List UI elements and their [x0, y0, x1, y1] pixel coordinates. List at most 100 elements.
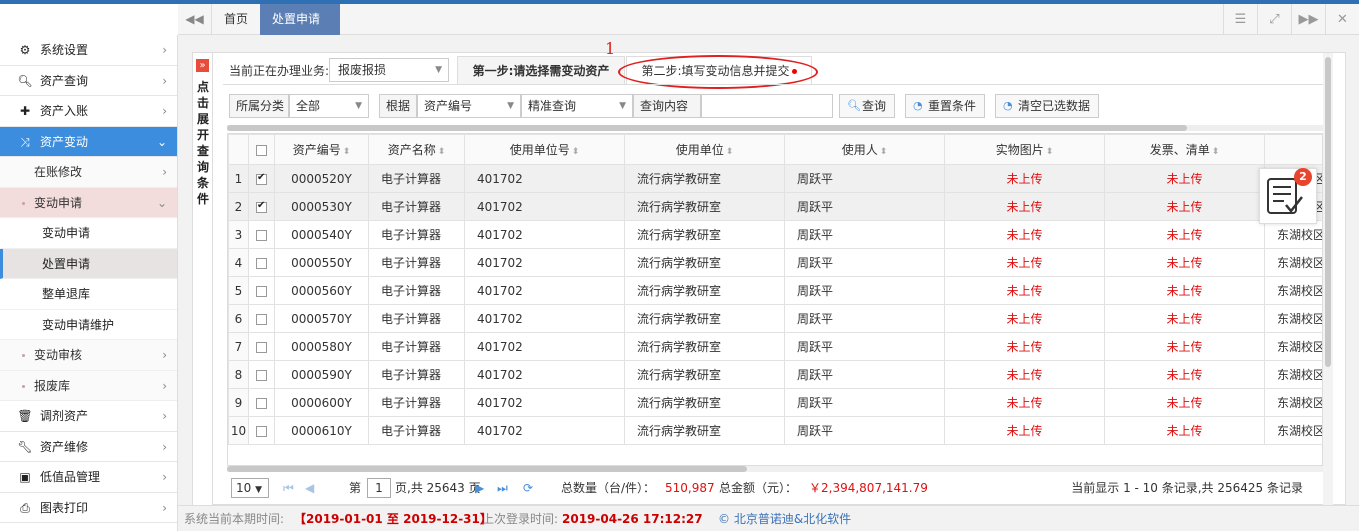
page-input[interactable]: 1 [367, 478, 391, 498]
scrollbar-thumb[interactable] [227, 466, 747, 472]
vertical-scrollbar[interactable] [1323, 53, 1333, 505]
last-page-icon[interactable]: ⏭ [497, 473, 508, 503]
sidebar-item-chart-print[interactable]: ⎙ 图表打印 › [0, 493, 177, 523]
tabs-scroll-right-icon[interactable]: ▶▶ [1291, 4, 1325, 35]
sidebar-item-change-review[interactable]: 变动审核 › [0, 340, 177, 371]
row-checkbox[interactable] [248, 192, 275, 221]
refresh-icon[interactable]: ⟳ [523, 473, 533, 503]
table-row[interactable]: 6 0000570Y 电子计算器 401702 流行病学教研室 周跃平 未上传 未上传 东湖校区 [228, 304, 1322, 333]
brand-link[interactable]: © 北京普诺迪&北化软件 [718, 506, 851, 531]
cell-invoice[interactable]: 未上传 [1104, 164, 1265, 193]
col-user[interactable]: 使用人 ⬍ [784, 134, 945, 165]
row-checkbox[interactable] [248, 164, 275, 193]
sidebar-item-disposal-apply[interactable]: 处置申请 [0, 248, 177, 279]
bottom-scrollbar[interactable] [227, 466, 1323, 472]
table-row[interactable]: 3 0000540Y 电子计算器 401702 流行病学教研室 周跃平 未上传 未上传 东湖校区 [228, 220, 1322, 249]
sidebar-item-low-value[interactable]: ▣ 低值品管理 › [0, 462, 177, 493]
col-unit-no[interactable]: 使用单位号 ⬍ [464, 134, 625, 165]
cell-photo[interactable]: 未上传 [944, 304, 1105, 333]
row-checkbox[interactable] [248, 276, 275, 305]
prev-page-icon[interactable]: ◀ [305, 473, 314, 503]
fullscreen-icon[interactable]: ⤢ [1257, 4, 1291, 35]
sidebar-item-scrap-store[interactable]: 报废库 › [0, 370, 177, 401]
row-checkbox[interactable] [248, 332, 275, 361]
row-checkbox[interactable] [248, 388, 275, 417]
menu-icon[interactable]: ☰ [1223, 4, 1257, 35]
table-row[interactable]: 10 0000610Y 电子计算器 401702 流行病学教研室 周跃平 未上传 未上传 东湖校… [228, 416, 1322, 445]
sidebar-item-change-request[interactable]: 变动申请 ⌄ [0, 187, 177, 218]
todo-widget[interactable]: 2 [1259, 168, 1317, 224]
biz-select[interactable]: 报废报损 ▼ [329, 58, 449, 82]
cell-invoice[interactable]: 未上传 [1104, 248, 1265, 277]
search-button[interactable]: 🔍︎ 查询 [839, 94, 896, 118]
cell-invoice[interactable]: 未上传 [1104, 220, 1265, 249]
cell-invoice[interactable]: 未上传 [1104, 360, 1265, 389]
table-row[interactable]: 8 0000590Y 电子计算器 401702 流行病学教研室 周跃平 未上传 未上传 东湖校区 [228, 360, 1322, 389]
cell-asset-code: 0000580Y [274, 332, 369, 361]
sidebar-item-asset-change[interactable]: ⤨ 资产变动 ⌄ [0, 126, 177, 157]
cell-photo[interactable]: 未上传 [944, 276, 1105, 305]
table-row[interactable]: 20000530Y电子计算器401702流行病学教研室周跃平未上传未上传东湖校区 [228, 192, 1322, 221]
sidebar-item-change-apply[interactable]: 变动申请 [0, 218, 177, 249]
query-content-input[interactable] [701, 94, 833, 118]
cell-photo[interactable]: 未上传 [944, 388, 1105, 417]
scrollbar-thumb[interactable] [227, 125, 1187, 131]
field-select[interactable]: 资产编号 ▼ [417, 94, 521, 118]
reset-button[interactable]: ◔ 重置条件 [905, 94, 986, 118]
col-unit[interactable]: 使用单位 ⬍ [624, 134, 785, 165]
category-select[interactable]: 全部 ▼ [289, 94, 369, 118]
cell-invoice[interactable]: 未上传 [1104, 304, 1265, 333]
sidebar-item-full-return[interactable]: 整单退库 [0, 279, 177, 310]
col-photo[interactable]: 实物图片 ⬍ [944, 134, 1105, 165]
cell-photo[interactable]: 未上传 [944, 220, 1105, 249]
sidebar-item-repair[interactable]: 🔧︎ 资产维修 › [0, 432, 177, 462]
cell-invoice[interactable]: 未上传 [1104, 192, 1265, 221]
cell-invoice[interactable]: 未上传 [1104, 276, 1265, 305]
double-chevron-right-icon[interactable]: » [196, 59, 209, 72]
row-checkbox[interactable] [248, 220, 275, 249]
cell-photo[interactable]: 未上传 [944, 248, 1105, 277]
cell-photo[interactable]: 未上传 [944, 416, 1105, 445]
table-row[interactable]: 9 0000600Y 电子计算器 401702 流行病学教研室 周跃平 未上传 未上传 东湖校区 [228, 388, 1322, 417]
page-size-select[interactable]: 10 ▼ [231, 478, 269, 498]
cell-photo[interactable]: 未上传 [944, 192, 1105, 221]
tab-current[interactable]: 处置申请⊗ [260, 4, 340, 57]
table-row[interactable]: 5 0000560Y 电子计算器 401702 流行病学教研室 周跃平 未上传 未上传 东湖校区 [228, 276, 1322, 305]
col-invoice[interactable]: 发票、清单 ⬍ [1104, 134, 1265, 165]
cell-photo[interactable]: 未上传 [944, 360, 1105, 389]
sidebar-item-change-maintain[interactable]: 变动申请维护 [0, 309, 177, 340]
sidebar-item-allocate[interactable]: 🗑︎ 调剂资产 › [0, 401, 177, 432]
first-page-icon[interactable]: ⏮ [283, 473, 294, 503]
tabs-scroll-left-icon[interactable]: ◀◀ [178, 4, 212, 35]
row-checkbox[interactable] [248, 416, 275, 445]
col-asset-name[interactable]: 资产名称 ⬍ [368, 134, 465, 165]
col-asset-code[interactable]: 资产编号 ⬍ [274, 134, 369, 165]
table-row[interactable]: 7 0000580Y 电子计算器 401702 流行病学教研室 周跃平 未上传 未上传 东湖校区 [228, 332, 1322, 361]
row-checkbox[interactable] [248, 248, 275, 277]
close-all-icon[interactable]: ✕ [1325, 4, 1359, 35]
cell-invoice[interactable]: 未上传 [1104, 416, 1265, 445]
match-select[interactable]: 精准查询 ▼ [521, 94, 633, 118]
tab-home[interactable]: 首页 [212, 4, 260, 35]
select-all-checkbox[interactable] [248, 134, 275, 165]
table-row[interactable]: 4 0000550Y 电子计算器 401702 流行病学教研室 周跃平 未上传 未上传 东湖校区 [228, 248, 1322, 277]
clear-selected-button[interactable]: ◔ 清空已选数据 [995, 94, 1100, 118]
cell-photo[interactable]: 未上传 [944, 164, 1105, 193]
cell-invoice[interactable]: 未上传 [1104, 332, 1265, 361]
sidebar-item-asset-query[interactable]: 🔍︎ 资产查询 › [0, 66, 177, 96]
top-scrollbar[interactable] [227, 125, 1327, 131]
sidebar-item-system-settings[interactable]: ⚙ 系统设置 › [0, 35, 177, 66]
col-location[interactable]: 存 [1264, 134, 1322, 165]
cell-asset-code: 0000590Y [274, 360, 369, 389]
sidebar-item-account-edit[interactable]: 在账修改 › [0, 157, 177, 188]
next-page-icon[interactable]: ▶ [475, 473, 484, 503]
tab-step1[interactable]: 第一步:请选择需变动资产 [457, 56, 625, 85]
table-row[interactable]: 10000520Y电子计算器401702流行病学教研室周跃平未上传未上传东湖校区 [228, 164, 1322, 193]
cell-photo[interactable]: 未上传 [944, 332, 1105, 361]
expand-query-strip[interactable]: » 点击展开查询条件 [193, 53, 213, 506]
sidebar-item-asset-entry[interactable]: ✚ 资产入账 › [0, 96, 177, 127]
row-checkbox[interactable] [248, 304, 275, 333]
scrollbar-thumb[interactable] [1325, 57, 1331, 367]
row-checkbox[interactable] [248, 360, 275, 389]
cell-invoice[interactable]: 未上传 [1104, 388, 1265, 417]
